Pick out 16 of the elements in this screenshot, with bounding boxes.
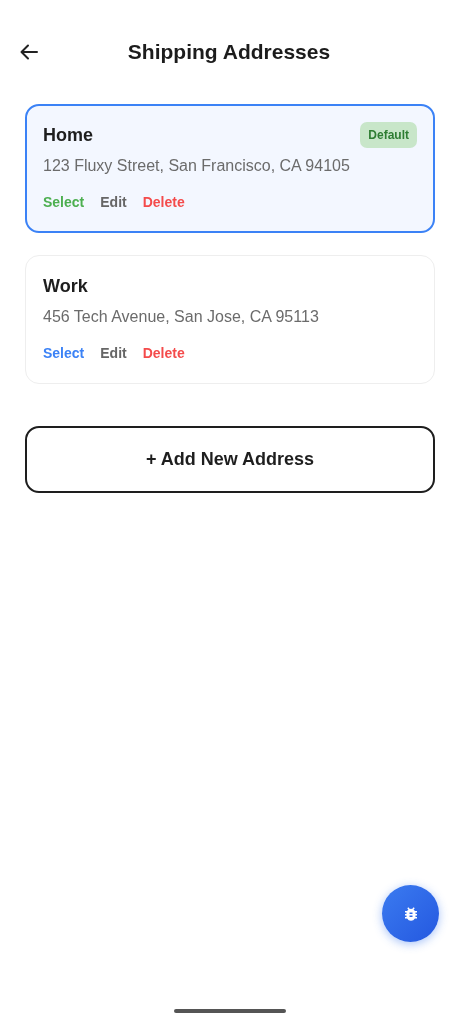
address-text: 456 Tech Avenue, San Jose, CA 95113 — [43, 308, 320, 326]
debug-button[interactable] — [382, 885, 439, 942]
address-name: Home — [43, 124, 93, 146]
default-badge: Default — [360, 122, 417, 148]
screen-title: Shipping Addresses — [126, 40, 332, 64]
add-address-button[interactable]: + Add New Address — [25, 426, 435, 493]
address-name: Work — [43, 275, 88, 297]
address-text: 123 Fluxy Street, San Francisco, CA 94105 — [43, 157, 351, 175]
address-card[interactable]: Work 456 Tech Avenue, San Jose, CA 95113 Select Edit Delete — [25, 255, 435, 384]
select-link[interactable]: Select — [43, 345, 85, 361]
edit-link[interactable]: Edit — [100, 345, 127, 361]
back-arrow-icon[interactable] — [19, 42, 39, 62]
delete-link[interactable]: Delete — [142, 345, 185, 361]
delete-link[interactable]: Delete — [142, 194, 185, 210]
address-card[interactable]: Home Default 123 Fluxy Street, San Francisco, CA 94105 Select Edit Delete — [25, 104, 435, 233]
edit-link[interactable]: Edit — [100, 194, 127, 210]
